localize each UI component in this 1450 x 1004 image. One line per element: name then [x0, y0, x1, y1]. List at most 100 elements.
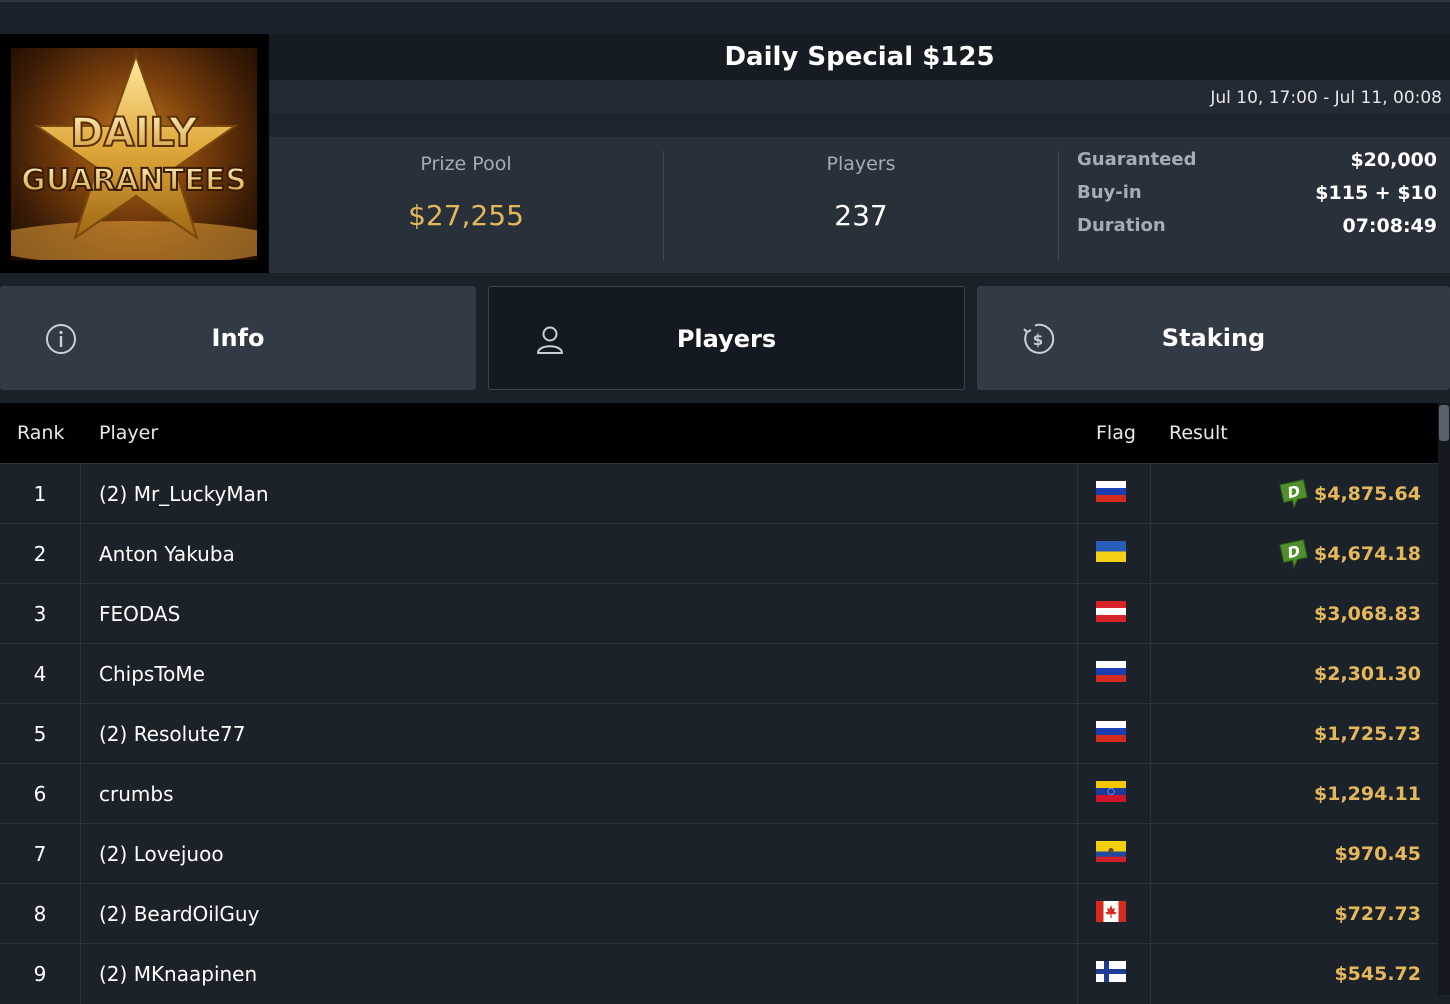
top-bar — [0, 0, 1450, 34]
divider — [1150, 764, 1151, 824]
rank-cell: 6 — [33, 782, 47, 806]
table-row[interactable]: 1 (2) Mr_LuckyMan D $4,875.64 — [0, 463, 1438, 524]
header-rank[interactable]: Rank — [17, 403, 64, 463]
russia-flag-icon — [1096, 481, 1126, 502]
finland-flag-icon — [1096, 961, 1126, 982]
player-name: Anton Yakuba — [99, 542, 235, 566]
stats-panel: Prize Pool $27,255 Players 237 Guarantee… — [269, 113, 1450, 273]
divider — [1150, 704, 1151, 764]
duration-value: 07:08:49 — [1342, 215, 1437, 237]
table-row[interactable]: 2 Anton Yakuba D $4,674.18 — [0, 523, 1438, 584]
table-row[interactable]: 7 (2) Lovejuoo $970.45 — [0, 823, 1438, 884]
player-name: (2) BeardOilGuy — [99, 902, 260, 926]
prize-pool-label: Prize Pool — [420, 153, 512, 175]
players-stat: Players 237 — [664, 137, 1058, 273]
duration-row: Duration 07:08:49 — [1077, 215, 1437, 245]
divider — [1150, 524, 1151, 584]
table-row[interactable]: 6 crumbs $1,294.11 — [0, 763, 1438, 824]
rank-cell: 1 — [33, 482, 47, 506]
venezuela-flag-icon — [1096, 781, 1126, 802]
divider — [1077, 704, 1078, 764]
date-range: Jul 10, 17:00 - Jul 11, 00:08 — [1210, 88, 1442, 108]
ecuador-flag-icon — [1096, 841, 1126, 862]
players-value: 237 — [834, 199, 888, 232]
rank-cell: 5 — [33, 722, 47, 746]
prize-pool-value: $27,255 — [408, 199, 524, 232]
canada-flag-icon — [1096, 901, 1126, 922]
rank-cell: 8 — [33, 902, 47, 926]
guaranteed-row: Guaranteed $20,000 — [1077, 149, 1437, 179]
divider — [1077, 764, 1078, 824]
header-result[interactable]: Result — [1169, 403, 1228, 463]
guaranteed-label: Guaranteed — [1077, 149, 1197, 170]
logo-text-guarantees: GUARANTEES — [21, 163, 247, 198]
result-cell: $970.45 — [1334, 843, 1421, 865]
result-cell: $3,068.83 — [1314, 603, 1421, 625]
buyin-value: $115 + $10 — [1315, 182, 1437, 204]
header-player[interactable]: Player — [99, 403, 158, 463]
tab-info-label: Info — [211, 324, 265, 352]
result-cell: $727.73 — [1334, 903, 1421, 925]
d-badge-icon: D — [1279, 539, 1308, 569]
ukraine-flag-icon — [1096, 541, 1126, 562]
header-flag[interactable]: Flag — [1096, 403, 1136, 463]
players-label: Players — [826, 153, 896, 175]
divider — [1150, 884, 1151, 944]
austria-flag-icon — [1096, 601, 1126, 622]
divider — [80, 824, 81, 884]
scrollbar[interactable] — [1438, 403, 1450, 995]
divider — [1077, 884, 1078, 944]
divider — [1077, 944, 1078, 1004]
player-name: FEODAS — [99, 602, 181, 626]
player-name: crumbs — [99, 782, 174, 806]
date-bar: Jul 10, 17:00 - Jul 11, 00:08 — [269, 80, 1450, 113]
buyin-row: Buy-in $115 + $10 — [1077, 182, 1437, 212]
divider — [80, 884, 81, 944]
tournament-logo: DAILY GUARANTEES — [0, 34, 269, 273]
russia-flag-icon — [1096, 721, 1126, 742]
table-row[interactable]: 8 (2) BeardOilGuy $727.73 — [0, 883, 1438, 944]
scrollbar-thumb[interactable] — [1439, 405, 1449, 441]
result-cell: $2,301.30 — [1314, 663, 1421, 685]
divider — [80, 464, 81, 524]
result-cell: $1,725.73 — [1314, 723, 1421, 745]
divider — [1077, 524, 1078, 584]
divider — [1150, 824, 1151, 884]
player-name: (2) MKnaapinen — [99, 962, 258, 986]
tab-players[interactable]: Players — [488, 286, 965, 390]
tab-staking[interactable]: $ Staking — [977, 286, 1450, 390]
divider — [80, 944, 81, 1004]
russia-flag-icon — [1096, 661, 1126, 682]
tab-staking-label: Staking — [1161, 324, 1266, 352]
divider — [80, 704, 81, 764]
table-row[interactable]: 3 FEODAS $3,068.83 — [0, 583, 1438, 644]
buyin-label: Buy-in — [1077, 182, 1142, 203]
page-title: Daily Special $125 — [724, 42, 995, 72]
title-bar: Daily Special $125 — [269, 34, 1450, 80]
divider — [1150, 584, 1151, 644]
divider — [1058, 151, 1059, 261]
divider — [1077, 824, 1078, 884]
table-header: Rank Player Flag Result — [0, 403, 1438, 463]
table-row[interactable]: 5 (2) Resolute77 $1,725.73 — [0, 703, 1438, 764]
table-row[interactable]: 4 ChipsToMe $2,301.30 — [0, 643, 1438, 704]
player-name: (2) Resolute77 — [99, 722, 246, 746]
divider — [80, 764, 81, 824]
rank-cell: 3 — [33, 602, 47, 626]
prize-pool-stat: Prize Pool $27,255 — [269, 137, 663, 273]
players-table: Rank Player Flag Result 1 (2) Mr_LuckyMan… — [0, 403, 1450, 1004]
divider — [80, 584, 81, 644]
result-cell: $1,294.11 — [1314, 783, 1421, 805]
tab-info[interactable]: Info — [0, 286, 476, 390]
divider — [1150, 464, 1151, 524]
guaranteed-value: $20,000 — [1350, 149, 1437, 171]
divider — [1150, 944, 1151, 1004]
table-row[interactable]: 9 (2) MKnaapinen $545.72 — [0, 943, 1438, 1004]
duration-label: Duration — [1077, 215, 1166, 236]
result-cell: $545.72 — [1334, 963, 1421, 985]
d-badge-icon: D — [1279, 479, 1308, 509]
rank-cell: 4 — [33, 662, 47, 686]
tab-bar: Info Players $ Staking — [0, 273, 1450, 403]
logo-image: DAILY GUARANTEES — [11, 48, 257, 260]
divider — [1077, 584, 1078, 644]
